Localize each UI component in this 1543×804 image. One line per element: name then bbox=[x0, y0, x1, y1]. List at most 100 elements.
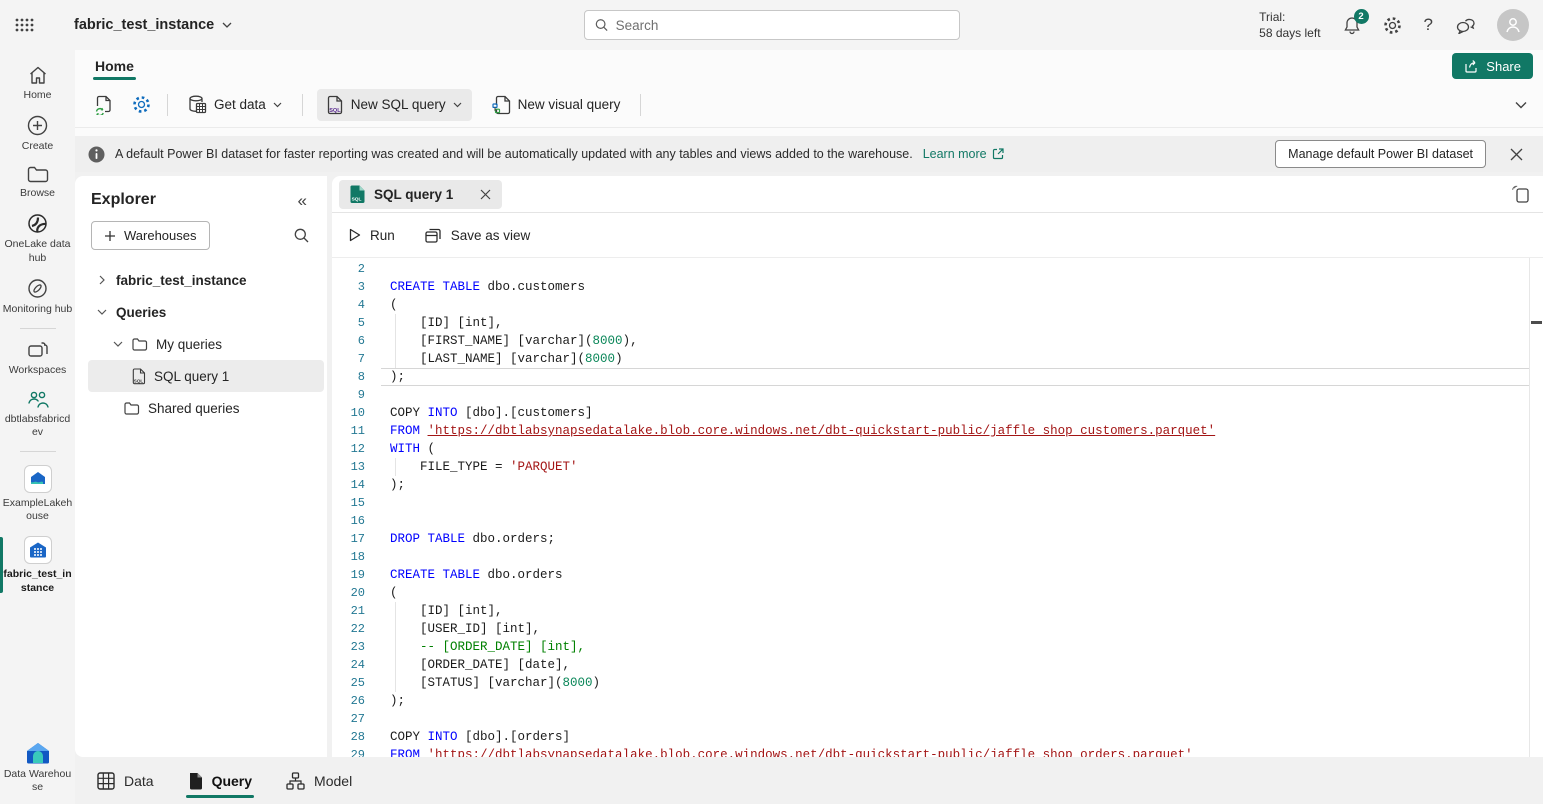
code-line[interactable]: 21 [ID] [int], bbox=[332, 602, 1543, 620]
code-line[interactable]: 29FROM 'https://dbtlabsynapsedatalake.bl… bbox=[332, 746, 1543, 757]
code-line[interactable]: 20( bbox=[332, 584, 1543, 602]
nav-item-examplelakehouse[interactable]: ExampleLakehouse bbox=[0, 458, 75, 529]
code-line[interactable]: 19CREATE TABLE dbo.orders bbox=[332, 566, 1543, 584]
svg-text:SQL: SQL bbox=[134, 378, 144, 383]
nav-item-monitoring-hub[interactable]: Monitoring hub bbox=[0, 271, 75, 322]
onelake-icon bbox=[27, 213, 48, 234]
code-line[interactable]: 6 [FIRST_NAME] [varchar](8000), bbox=[332, 332, 1543, 350]
copy-button[interactable] bbox=[1510, 185, 1529, 203]
new-visual-query-button[interactable]: New visual query bbox=[486, 89, 627, 121]
nav-item-data-warehouse[interactable]: Data Warehouse bbox=[0, 735, 75, 804]
add-warehouses-button[interactable]: Warehouses bbox=[91, 221, 210, 250]
feedback-button[interactable] bbox=[1455, 16, 1475, 34]
code-lines: 23CREATE TABLE dbo.customers4(5 [ID] [in… bbox=[332, 260, 1543, 757]
code-line[interactable]: 10COPY INTO [dbo].[customers] bbox=[332, 404, 1543, 422]
code-line[interactable]: 7 [LAST_NAME] [varchar](8000) bbox=[332, 350, 1543, 368]
app-launcher-button[interactable] bbox=[0, 0, 48, 50]
code-line[interactable]: 9 bbox=[332, 386, 1543, 404]
code-line[interactable]: 27 bbox=[332, 710, 1543, 728]
nav-item-browse[interactable]: Browse bbox=[0, 159, 75, 206]
search-icon[interactable] bbox=[294, 228, 309, 243]
code-line[interactable]: 25 [STATUS] [varchar](8000) bbox=[332, 674, 1543, 692]
refresh-dataset-button[interactable] bbox=[93, 89, 116, 121]
explorer-title: Explorer bbox=[91, 191, 156, 209]
new-sql-query-button[interactable]: SQL New SQL query bbox=[317, 89, 472, 121]
get-data-icon bbox=[188, 95, 207, 114]
tab-query[interactable]: Query bbox=[188, 757, 252, 804]
nav-item-home[interactable]: Home bbox=[0, 58, 75, 108]
save-as-view-button[interactable]: Save as view bbox=[425, 228, 531, 243]
sql-file-icon: SQL bbox=[350, 185, 365, 203]
tree-item-sql-query-1[interactable]: SQL SQL query 1 bbox=[88, 360, 324, 392]
code-line[interactable]: 5 [ID] [int], bbox=[332, 314, 1543, 332]
collapse-panel-button[interactable]: « bbox=[298, 192, 307, 209]
manage-dataset-button[interactable]: Manage default Power BI dataset bbox=[1275, 140, 1486, 168]
tab-home[interactable]: Home bbox=[83, 50, 146, 82]
code-line[interactable]: 13 FILE_TYPE = 'PARQUET' bbox=[332, 458, 1543, 476]
editor-tab-bar: SQL SQL query 1 bbox=[332, 176, 1543, 213]
lakehouse-badge bbox=[24, 465, 52, 493]
code-line[interactable]: 17DROP TABLE dbo.orders; bbox=[332, 530, 1543, 548]
code-line[interactable]: 22 [USER_ID] [int], bbox=[332, 620, 1543, 638]
global-search[interactable] bbox=[584, 10, 960, 40]
tab-data[interactable]: Data bbox=[97, 757, 154, 804]
run-button[interactable]: Run bbox=[349, 228, 395, 243]
model-icon bbox=[286, 772, 305, 790]
nav-item-dbtlabsfabricdev[interactable]: dbtlabsfabricdev bbox=[0, 383, 75, 445]
code-line[interactable]: 15 bbox=[332, 494, 1543, 512]
sql-code-editor[interactable]: 23CREATE TABLE dbo.customers4(5 [ID] [in… bbox=[332, 258, 1543, 757]
code-line[interactable]: 2 bbox=[332, 260, 1543, 278]
nav-item-workspaces[interactable]: Workspaces bbox=[0, 335, 75, 383]
banner-close-button[interactable] bbox=[1510, 148, 1523, 161]
svg-text:SQL: SQL bbox=[329, 108, 341, 114]
tree-item-shared-queries[interactable]: Shared queries bbox=[88, 392, 324, 424]
workspace-name: fabric_test_instance bbox=[74, 17, 214, 33]
overview-ruler-marker[interactable] bbox=[1531, 321, 1542, 324]
help-button[interactable]: ? bbox=[1424, 15, 1433, 35]
code-line[interactable]: 18 bbox=[332, 548, 1543, 566]
sql-file-icon: SQL bbox=[327, 95, 344, 115]
toolbar-divider bbox=[302, 94, 303, 116]
code-line[interactable]: 28COPY INTO [dbo].[orders] bbox=[332, 728, 1543, 746]
chevron-down-icon bbox=[1515, 101, 1527, 109]
code-line[interactable]: 12WITH ( bbox=[332, 440, 1543, 458]
workspace-switcher[interactable]: fabric_test_instance bbox=[74, 17, 232, 33]
code-line[interactable]: 24 [ORDER_DATE] [date], bbox=[332, 656, 1543, 674]
nav-item-onelake-data-hub[interactable]: OneLake data hub bbox=[0, 206, 75, 270]
code-line[interactable]: 23 -- [ORDER_DATE] [int], bbox=[332, 638, 1543, 656]
workspace-people-icon bbox=[26, 390, 50, 409]
ribbon-expand-button[interactable] bbox=[1515, 101, 1527, 109]
code-line[interactable]: 4( bbox=[332, 296, 1543, 314]
get-data-button[interactable]: Get data bbox=[182, 89, 288, 120]
top-bar: fabric_test_instance Trial: 58 days left… bbox=[0, 0, 1543, 50]
code-line[interactable]: 11FROM 'https://dbtlabsynapsedatalake.bl… bbox=[332, 422, 1543, 440]
notifications-button[interactable]: 2 bbox=[1343, 16, 1361, 35]
search-input[interactable] bbox=[616, 18, 949, 33]
nav-item-fabric-test-instance[interactable]: fabric_test_instance bbox=[0, 529, 75, 600]
search-icon bbox=[595, 18, 608, 32]
share-button[interactable]: Share bbox=[1452, 53, 1533, 79]
toolbar-divider bbox=[640, 94, 641, 116]
tree-item-warehouse[interactable]: fabric_test_instance bbox=[88, 264, 324, 296]
blue-gear-icon bbox=[132, 95, 151, 114]
main-content: Explorer « Warehouses fabric_tes bbox=[75, 172, 1543, 757]
learn-more-link[interactable]: Learn more bbox=[923, 147, 1004, 161]
left-nav-rail: Home Create Browse OneLake data hub bbox=[0, 50, 75, 804]
close-tab-button[interactable] bbox=[480, 189, 491, 200]
account-avatar[interactable] bbox=[1497, 9, 1529, 41]
code-line[interactable]: 26); bbox=[332, 692, 1543, 710]
rail-divider bbox=[20, 451, 56, 452]
explorer-tree: fabric_test_instance Queries My queri bbox=[75, 260, 327, 424]
tab-model[interactable]: Model bbox=[286, 757, 352, 804]
spacer bbox=[75, 128, 1543, 136]
code-line[interactable]: 16 bbox=[332, 512, 1543, 530]
settings-gear-button[interactable] bbox=[130, 89, 153, 120]
editor-tab-sql-query-1[interactable]: SQL SQL query 1 bbox=[339, 180, 502, 209]
code-line[interactable]: 3CREATE TABLE dbo.customers bbox=[332, 278, 1543, 296]
code-line[interactable]: 8); bbox=[332, 368, 1543, 386]
tree-item-my-queries[interactable]: My queries bbox=[88, 328, 324, 360]
settings-button[interactable] bbox=[1383, 16, 1402, 35]
tree-item-queries[interactable]: Queries bbox=[88, 296, 324, 328]
code-line[interactable]: 14); bbox=[332, 476, 1543, 494]
nav-item-create[interactable]: Create bbox=[0, 108, 75, 159]
